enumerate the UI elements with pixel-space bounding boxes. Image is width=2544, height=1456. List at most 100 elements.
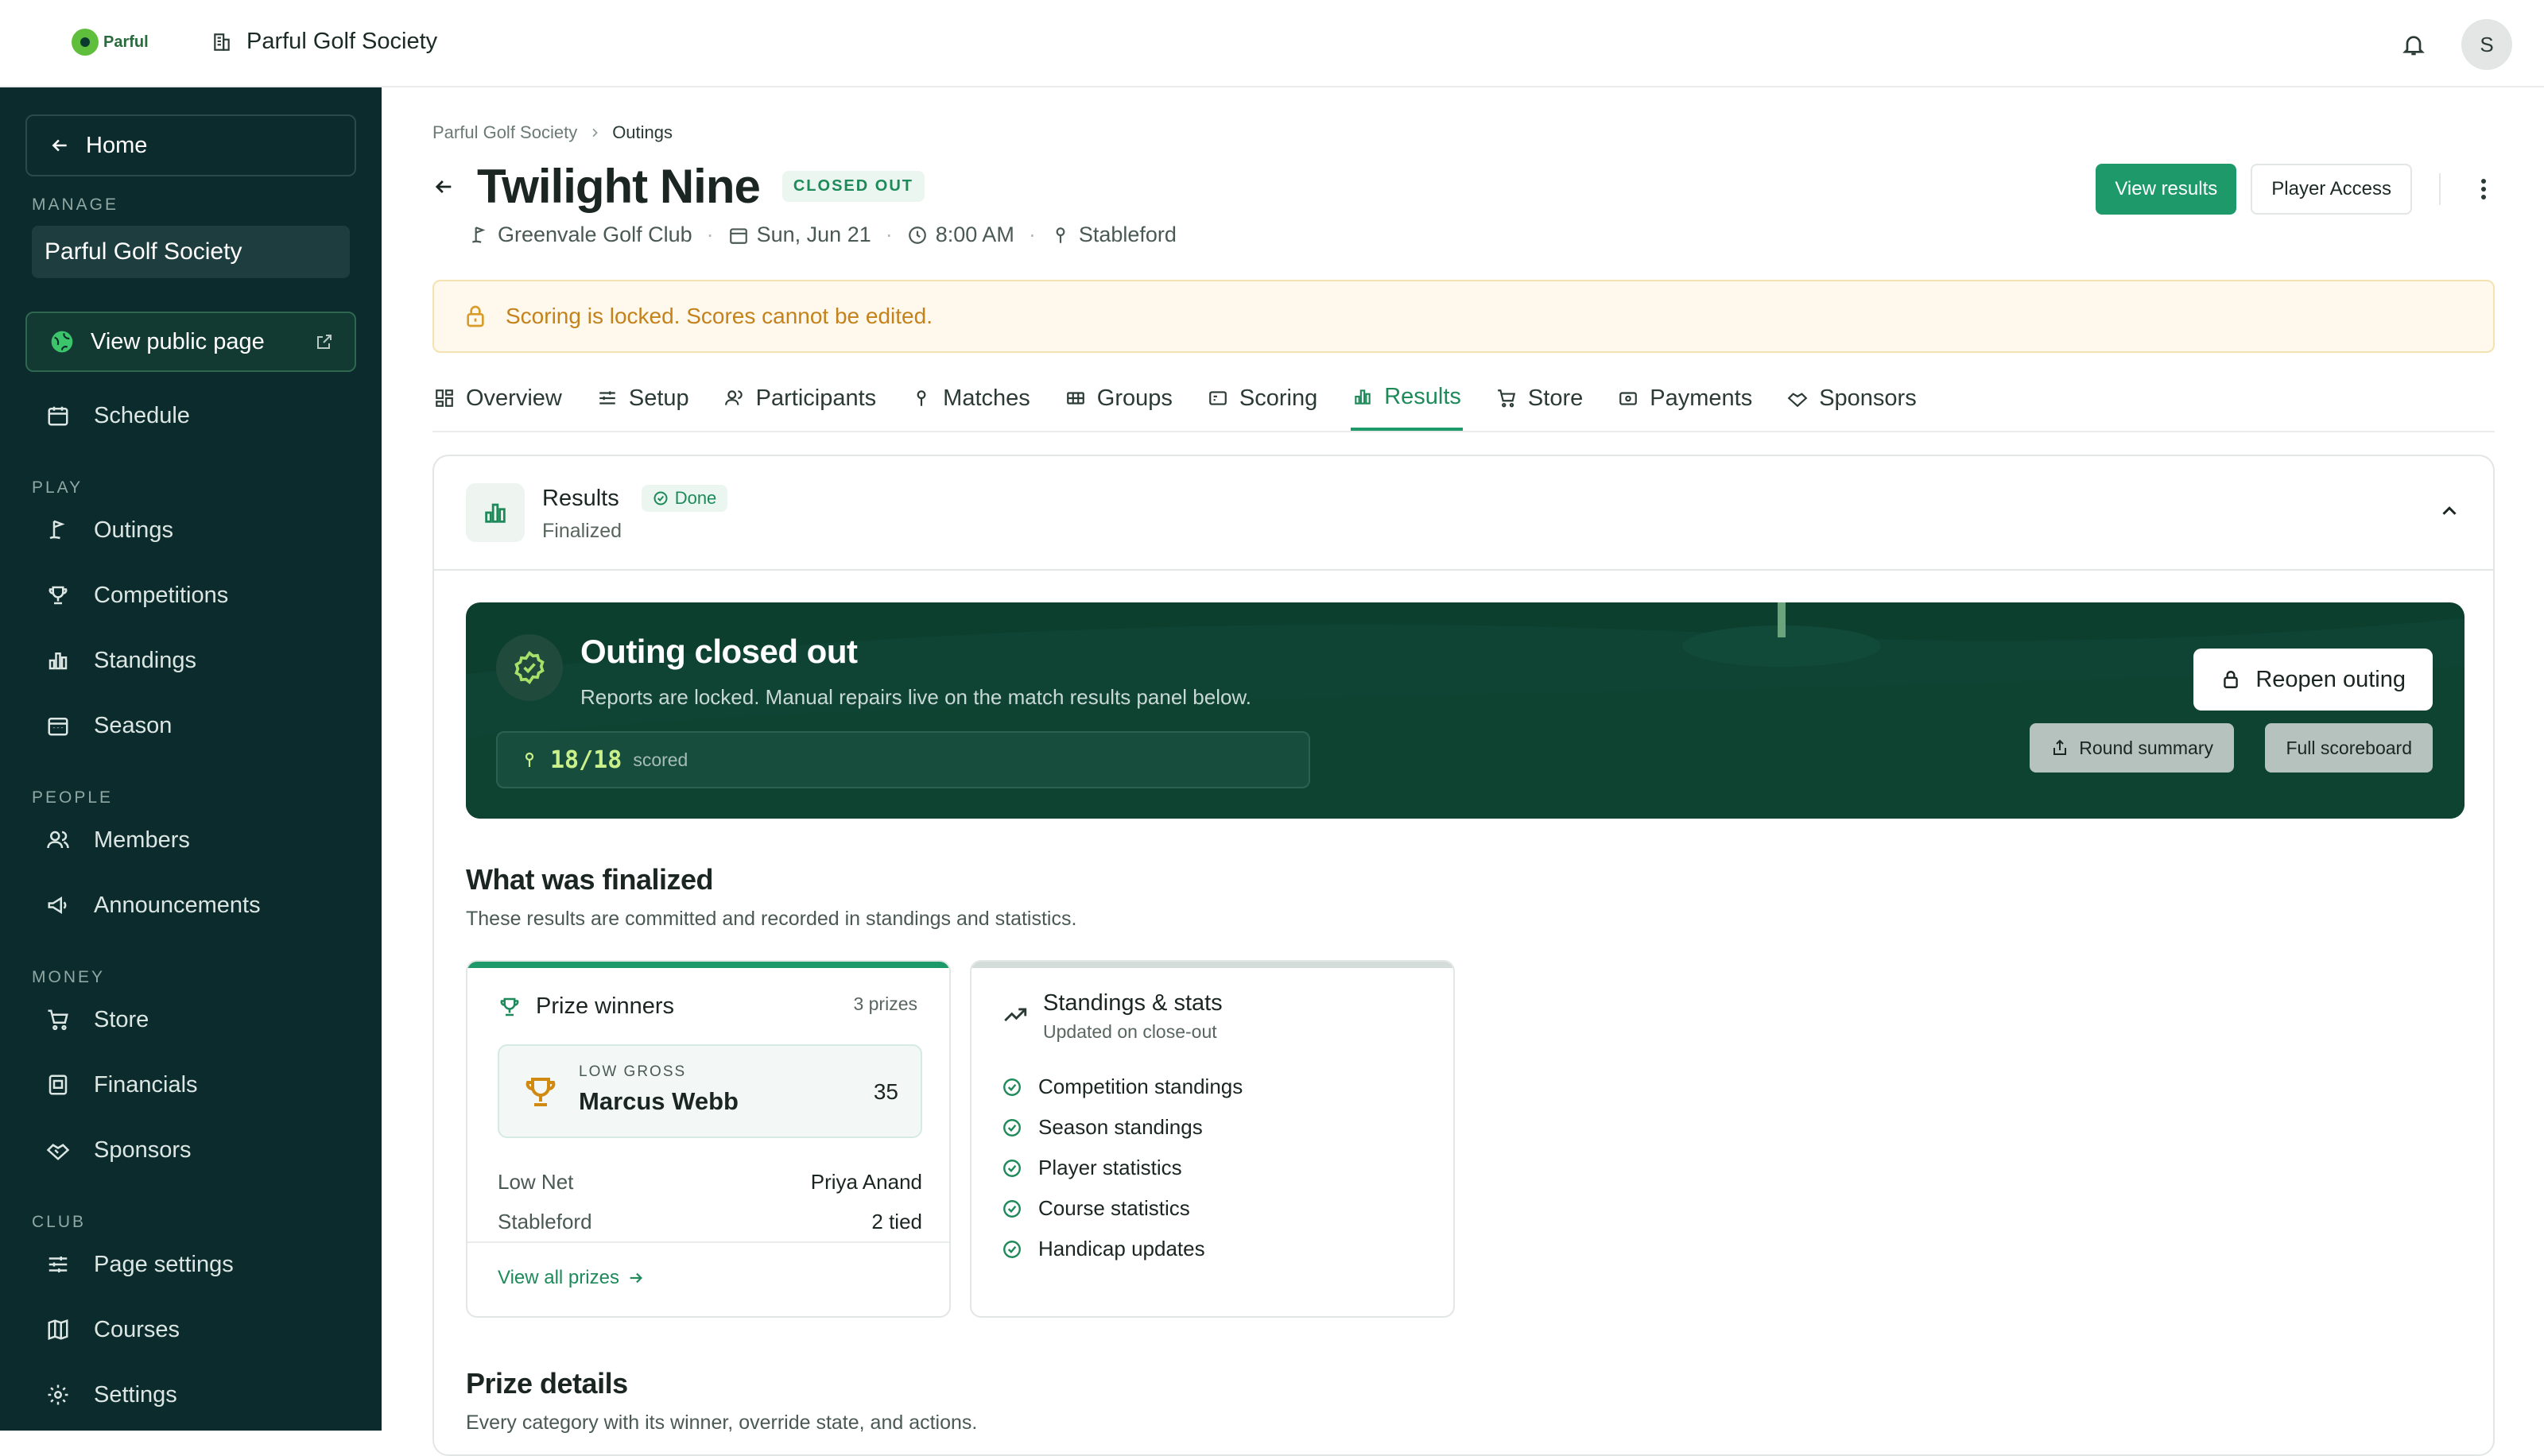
prize-winners-card: Prize winners 3 prizes LOW GROSS Marcus … [466,960,951,1318]
outing-meta: Greenvale Golf Club · Sun, Jun 21 · 8:00… [469,223,1177,247]
arrow-right-icon [630,1272,642,1284]
bar-chart-icon [48,652,68,670]
bar-chart-icon [485,503,506,523]
sidebar-label-sponsors: Sponsors [94,1137,192,1163]
back-arrow-icon[interactable] [432,176,455,198]
top-prize-winner: LOW GROSS Marcus Webb 35 [498,1044,922,1138]
cart-icon [1498,389,1516,408]
player-access-button[interactable]: Player Access [2251,164,2412,215]
sidebar-item-sponsors[interactable]: Sponsors [45,1137,192,1164]
sidebar-item-page-settings[interactable]: Page settings [45,1251,234,1278]
tab-payments-label: Payments [1650,385,1753,411]
sliders-icon [48,1257,68,1272]
handshake-icon [46,1144,70,1160]
sidebar-item-season[interactable]: Season [45,712,172,739]
logo-text: Parful [103,33,149,51]
building-icon [214,33,230,51]
prize-row-label: Stableford [498,1210,592,1233]
done-badge: Done [641,485,728,512]
hero-title: Outing closed out [580,633,858,670]
home-button[interactable]: Home [25,114,356,176]
scorecard-icon [1209,391,1227,405]
tee-icon [917,390,926,406]
golf-flag-icon [49,520,65,540]
tab-payments[interactable]: Payments [1616,366,1754,431]
sidebar-item-org[interactable]: Parful Golf Society [32,226,350,278]
full-scoreboard-button[interactable]: Full scoreboard [2265,723,2433,773]
round-summary-button[interactable]: Round summary [2030,723,2234,773]
sidebar-item-competitions[interactable]: Competitions [45,582,228,609]
breadcrumb-current[interactable]: Outings [612,122,673,143]
view-results-button[interactable]: View results [2096,164,2237,215]
top-prize-score: 35 [873,1079,898,1104]
prize-card-footer: View all prizes [467,1241,949,1316]
check-circle-icon [1003,1240,1021,1258]
app-logo[interactable]: Parful [72,29,149,56]
tab-groups[interactable]: Groups [1064,366,1174,431]
share-icon [2053,739,2067,755]
tab-overview[interactable]: Overview [432,366,564,431]
list-item: Competition standings [1002,1075,1243,1099]
lock-icon [467,305,484,327]
lock-icon [2224,671,2239,688]
grid-icon [1066,392,1084,405]
check-circle-icon [1003,1118,1021,1137]
sidebar-label-store: Store [94,1006,149,1032]
users-icon [724,390,743,405]
outing-tabs: Overview Setup Participants Matches Grou… [432,366,2495,432]
user-avatar[interactable]: S [2461,19,2512,70]
tab-store[interactable]: Store [1495,366,1584,431]
tab-setup[interactable]: Setup [595,366,691,431]
tab-participants-label: Participants [755,385,877,411]
bell-icon[interactable] [2401,32,2426,57]
check-circle-icon [653,491,668,505]
sidebar-item-schedule[interactable]: Schedule [45,402,190,429]
sidebar-item-financials[interactable]: Financials [45,1071,198,1098]
sidebar-item-courses[interactable]: Courses [45,1316,180,1343]
chevron-up-icon[interactable] [2437,499,2461,523]
view-public-page-button[interactable]: View public page [25,312,356,372]
tab-sponsors[interactable]: Sponsors [1786,366,1918,431]
globe-icon [51,331,73,353]
standings-stats-card: Standings & stats Updated on close-out C… [970,960,1455,1318]
scored-count: 18/18 [550,745,622,774]
tab-participants[interactable]: Participants [723,366,878,431]
page-title: Twilight Nine [477,160,761,213]
tab-results[interactable]: Results [1351,366,1463,431]
section-label-club: CLUB [32,1213,87,1231]
sidebar-label-schedule: Schedule [94,402,190,428]
sidebar-item-settings[interactable]: Settings [45,1381,177,1408]
tab-scoring[interactable]: Scoring [1206,366,1319,431]
sidebar-item-members[interactable]: Members [45,827,190,854]
tab-matches[interactable]: Matches [909,366,1032,431]
map-icon [48,1319,68,1340]
org-name: Parful Golf Society [246,29,438,54]
stats-title: Standings & stats [1043,990,1223,1016]
section-label-play: PLAY [32,478,83,497]
section-label-money: MONEY [32,968,106,986]
chevron-right-icon [592,128,598,137]
sidebar-label-competitions: Competitions [94,582,229,608]
check-circle-icon [1003,1159,1021,1177]
cart-icon [48,1009,68,1031]
sidebar-item-announcements[interactable]: Announcements [45,892,261,919]
more-options-icon[interactable] [2468,164,2499,215]
list-item: Handicap updates [1002,1237,1205,1261]
external-link-icon [317,335,332,349]
sidebar-item-outings[interactable]: Outings [45,517,173,544]
view-all-prizes-link[interactable]: View all prizes [498,1267,645,1289]
home-label: Home [86,132,148,158]
breadcrumb-root[interactable]: Parful Golf Society [432,122,577,143]
sidebar-item-store[interactable]: Store [45,1006,149,1033]
tab-store-label: Store [1527,385,1584,411]
sidebar-item-standings[interactable]: Standings [45,647,196,674]
tab-groups-label: Groups [1096,385,1173,411]
results-card-header[interactable]: Results Done Finalized [434,456,2493,571]
check-badge-icon [496,634,563,701]
users-icon [47,831,69,849]
org-switcher[interactable]: Parful Golf Society [211,29,437,55]
clock-icon [908,226,926,244]
results-card-title: Results [542,485,619,511]
reopen-outing-button[interactable]: Reopen outing [2193,649,2433,711]
list-item: Course statistics [1002,1196,1190,1221]
